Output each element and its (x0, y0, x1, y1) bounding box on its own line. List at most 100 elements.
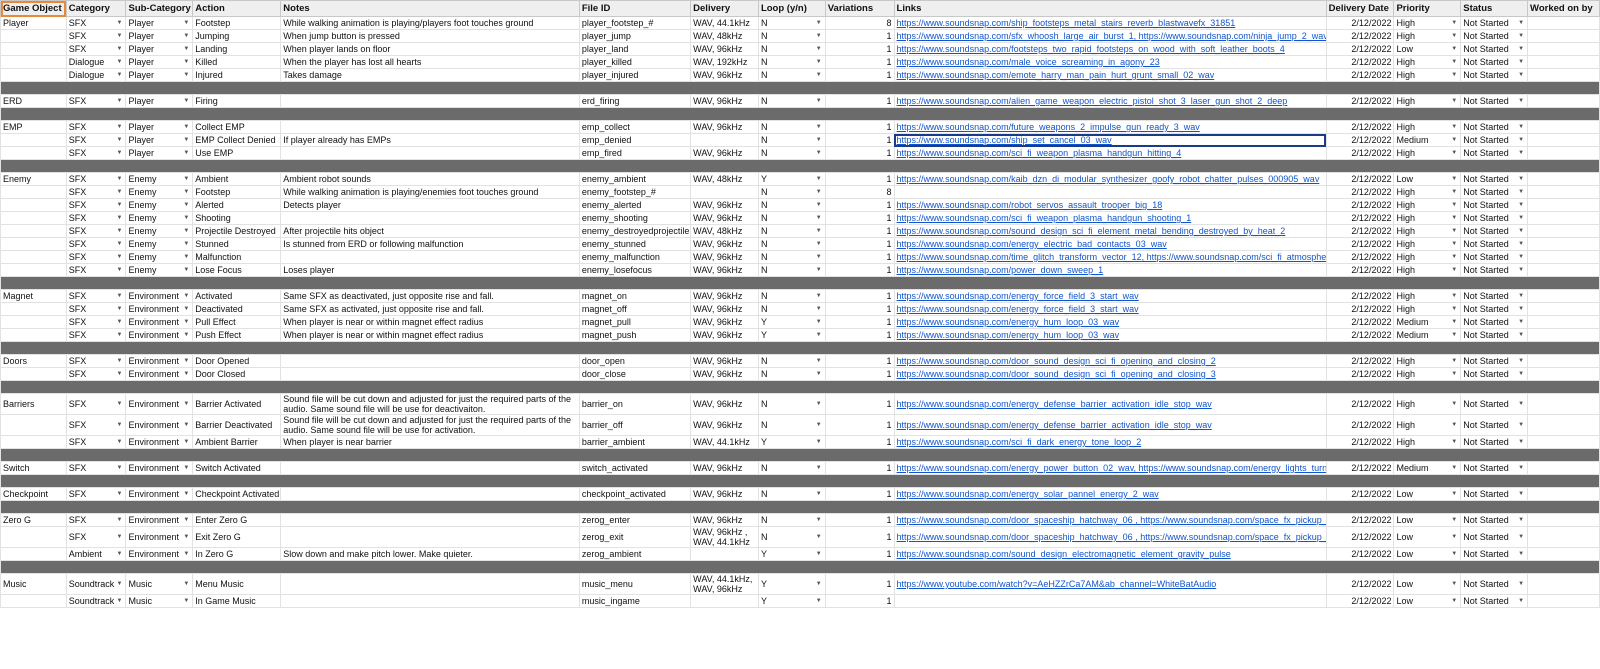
links-cell[interactable]: https://www.soundsnap.com/energy_solar_p… (893, 487, 1327, 501)
delivery-cell[interactable]: WAV, 96kHz (690, 120, 759, 134)
sub-category-cell[interactable]: Player ▼ (125, 94, 194, 108)
dropdown-arrow-icon[interactable]: ▼ (1518, 330, 1524, 340)
dropdown-arrow-icon[interactable]: ▼ (1451, 174, 1457, 184)
delivery-date-cell[interactable]: 2/12/2022 (1325, 42, 1395, 56)
action-cell[interactable]: Ambient (192, 172, 282, 186)
variations-cell[interactable]: 8 (824, 185, 895, 199)
sub-category-cell[interactable]: Enemy ▼ (125, 172, 194, 186)
dropdown-arrow-icon[interactable]: ▼ (1451, 369, 1457, 379)
delivery-cell[interactable]: WAV, 96kHz (690, 250, 759, 264)
variations-cell[interactable]: 1 (824, 211, 895, 225)
worked-on-by-cell[interactable] (1527, 133, 1600, 147)
dropdown-arrow-icon[interactable]: ▼ (816, 31, 822, 41)
dropdown-arrow-icon[interactable]: ▼ (117, 252, 123, 262)
links-cell[interactable]: https://www.soundsnap.com/future_weapons… (893, 120, 1327, 134)
dropdown-arrow-icon[interactable]: ▼ (1451, 148, 1457, 158)
dropdown-arrow-icon[interactable]: ▼ (816, 252, 822, 262)
notes-cell[interactable]: Loses player (280, 263, 580, 277)
status-cell[interactable]: Not Started ▼ (1460, 237, 1529, 251)
dropdown-arrow-icon[interactable]: ▼ (816, 463, 822, 473)
worked-on-by-cell[interactable] (1527, 185, 1600, 199)
dropdown-arrow-icon[interactable]: ▼ (117, 463, 123, 473)
dropdown-arrow-icon[interactable]: ▼ (1451, 532, 1457, 542)
variations-cell[interactable]: 1 (824, 133, 895, 147)
dropdown-arrow-icon[interactable]: ▼ (816, 420, 822, 430)
variations-cell[interactable]: 1 (824, 354, 895, 368)
dropdown-arrow-icon[interactable]: ▼ (183, 437, 189, 447)
status-cell[interactable]: Not Started ▼ (1460, 172, 1529, 186)
links-cell[interactable]: https://www.soundsnap.com/door_sound_des… (893, 354, 1327, 368)
notes-cell[interactable] (280, 211, 580, 225)
links-text[interactable]: https://www.soundsnap.com/sci_fi_weapon_… (897, 148, 1182, 158)
delivery-date-cell[interactable]: 2/12/2022 (1325, 547, 1395, 561)
column-header-variations[interactable]: Variations (824, 0, 895, 17)
status-cell[interactable]: Not Started ▼ (1460, 354, 1529, 368)
column-header-file-id[interactable]: File ID (578, 0, 692, 17)
game-object-cell[interactable]: Magnet (0, 289, 67, 303)
dropdown-arrow-icon[interactable]: ▼ (117, 579, 123, 589)
dropdown-arrow-icon[interactable]: ▼ (816, 265, 822, 275)
links-cell[interactable] (893, 185, 1327, 199)
variations-cell[interactable]: 1 (824, 435, 895, 449)
dropdown-arrow-icon[interactable]: ▼ (183, 226, 189, 236)
game-object-cell[interactable]: Player (0, 16, 67, 30)
loop-cell[interactable]: N ▼ (757, 185, 826, 199)
priority-cell[interactable]: High ▼ (1393, 250, 1462, 264)
loop-cell[interactable]: N ▼ (757, 224, 826, 238)
delivery-date-cell[interactable]: 2/12/2022 (1325, 487, 1395, 501)
variations-cell[interactable]: 1 (824, 289, 895, 303)
links-cell[interactable]: https://www.soundsnap.com/energy_power_b… (893, 461, 1327, 475)
dropdown-arrow-icon[interactable]: ▼ (1518, 291, 1524, 301)
links-cell[interactable]: https://www.youtube.com/watch?v=AeHZZrCa… (893, 573, 1327, 595)
dropdown-arrow-icon[interactable]: ▼ (117, 18, 123, 28)
loop-cell[interactable]: N ▼ (757, 68, 826, 82)
game-object-cell[interactable]: EMP (0, 120, 67, 134)
delivery-cell[interactable]: WAV, 44.1kHz (690, 435, 759, 449)
game-object-cell[interactable] (0, 315, 67, 329)
game-object-cell[interactable] (0, 133, 67, 147)
links-cell[interactable] (893, 594, 1327, 608)
links-cell[interactable]: https://www.soundsnap.com/sfx_whoosh_lar… (893, 29, 1327, 43)
column-header-action[interactable]: Action (192, 0, 282, 17)
status-cell[interactable]: Not Started ▼ (1460, 146, 1529, 160)
links-cell[interactable]: https://www.soundsnap.com/energy_force_f… (893, 302, 1327, 316)
dropdown-arrow-icon[interactable]: ▼ (1451, 44, 1457, 54)
loop-cell[interactable]: N ▼ (757, 250, 826, 264)
sub-category-cell[interactable]: Environment ▼ (125, 526, 194, 548)
links-cell[interactable]: https://www.soundsnap.com/energy_defense… (893, 414, 1327, 436)
category-cell[interactable]: Soundtrack ▼ (65, 573, 127, 595)
delivery-date-cell[interactable]: 2/12/2022 (1325, 513, 1395, 527)
status-cell[interactable]: Not Started ▼ (1460, 42, 1529, 56)
dropdown-arrow-icon[interactable]: ▼ (1518, 515, 1524, 525)
dropdown-arrow-icon[interactable]: ▼ (1451, 122, 1457, 132)
delivery-cell[interactable]: WAV, 44.1kHz, WAV, 96kHz (690, 573, 759, 595)
sub-category-cell[interactable]: Environment ▼ (125, 435, 194, 449)
sub-category-cell[interactable]: Enemy ▼ (125, 198, 194, 212)
links-text[interactable]: https://www.soundsnap.com/energy_force_f… (897, 291, 1139, 301)
notes-cell[interactable]: Same SFX as activated, just opposite ris… (280, 302, 580, 316)
variations-cell[interactable]: 1 (824, 367, 895, 381)
dropdown-arrow-icon[interactable]: ▼ (183, 304, 189, 314)
status-cell[interactable]: Not Started ▼ (1460, 315, 1529, 329)
dropdown-arrow-icon[interactable]: ▼ (117, 187, 123, 197)
dropdown-arrow-icon[interactable]: ▼ (183, 549, 189, 559)
links-text[interactable]: https://www.soundsnap.com/footsteps_two_… (897, 44, 1285, 54)
links-text[interactable]: https://www.soundsnap.com/door_spaceship… (897, 515, 1326, 525)
sub-category-cell[interactable]: Music ▼ (125, 573, 194, 595)
links-cell[interactable]: https://www.soundsnap.com/time_glitch_tr… (893, 250, 1327, 264)
notes-cell[interactable]: Detects player (280, 198, 580, 212)
priority-cell[interactable]: High ▼ (1393, 393, 1462, 415)
sub-category-cell[interactable]: Environment ▼ (125, 367, 194, 381)
dropdown-arrow-icon[interactable]: ▼ (183, 135, 189, 145)
game-object-cell[interactable] (0, 42, 67, 56)
dropdown-arrow-icon[interactable]: ▼ (816, 187, 822, 197)
action-cell[interactable]: Checkpoint Activated (192, 487, 282, 501)
notes-cell[interactable] (280, 120, 580, 134)
sub-category-cell[interactable]: Player ▼ (125, 29, 194, 43)
links-text[interactable]: https://www.soundsnap.com/sci_fi_dark_en… (897, 437, 1142, 447)
notes-cell[interactable]: If player already has EMPs (280, 133, 580, 147)
loop-cell[interactable]: N ▼ (757, 55, 826, 69)
action-cell[interactable]: Push Effect (192, 328, 282, 342)
action-cell[interactable]: In Zero G (192, 547, 282, 561)
dropdown-arrow-icon[interactable]: ▼ (816, 44, 822, 54)
